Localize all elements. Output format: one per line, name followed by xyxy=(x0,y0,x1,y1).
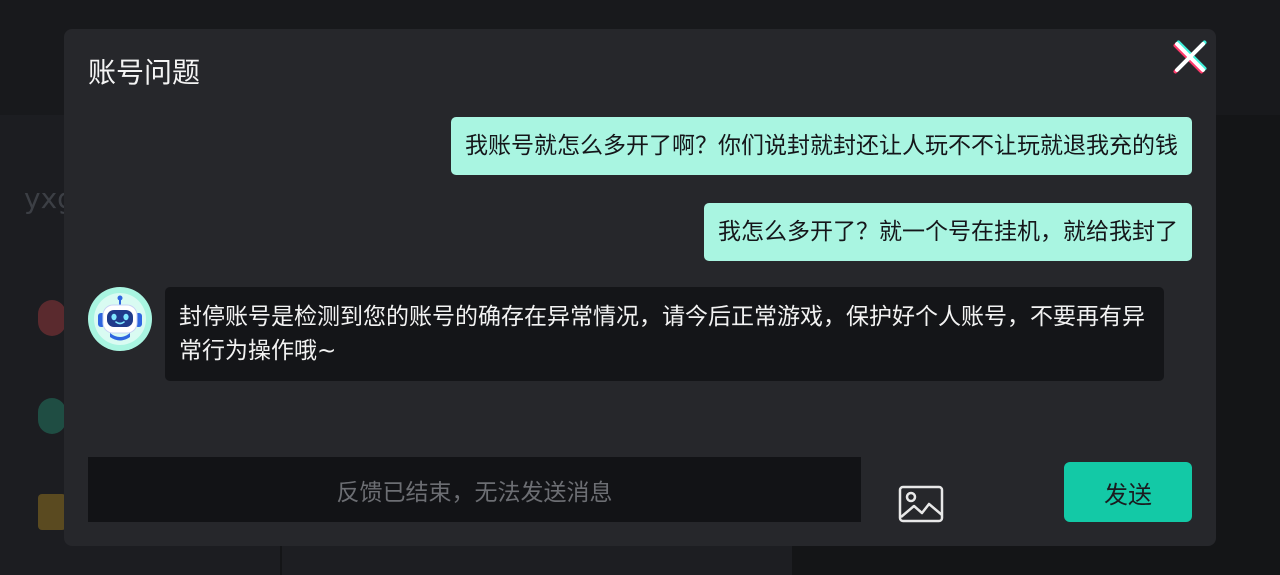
dialog-title: 账号问题 xyxy=(88,56,201,89)
message-input[interactable]: 反馈已结束，无法发送消息 xyxy=(88,457,861,522)
close-icon xyxy=(1173,40,1207,74)
bot-avatar xyxy=(88,287,152,351)
background-headset-icon xyxy=(38,300,66,336)
background-crown-icon xyxy=(38,494,66,530)
input-placeholder: 反馈已结束，无法发送消息 xyxy=(336,479,613,506)
image-upload-button[interactable] xyxy=(898,485,944,523)
robot-avatar-icon xyxy=(88,287,152,351)
user-message: 我怎么多开了？就一个号在挂机，就给我封了 xyxy=(704,203,1192,261)
bot-message: 封停账号是检测到您的账号的确存在异常情况，请今后正常游戏，保护好个人账号，不要再… xyxy=(165,287,1164,381)
feedback-dialog: 账号问题 我账号就怎么多开了啊？你们说封就封还让人玩不不让玩就退我充的钱 我怎么… xyxy=(64,29,1216,546)
send-button[interactable]: 发送 xyxy=(1064,462,1192,522)
background-user-icon xyxy=(38,398,66,434)
image-icon xyxy=(898,485,944,523)
close-button[interactable] xyxy=(1170,37,1210,77)
user-message: 我账号就怎么多开了啊？你们说封就封还让人玩不不让玩就退我充的钱 xyxy=(451,117,1192,175)
